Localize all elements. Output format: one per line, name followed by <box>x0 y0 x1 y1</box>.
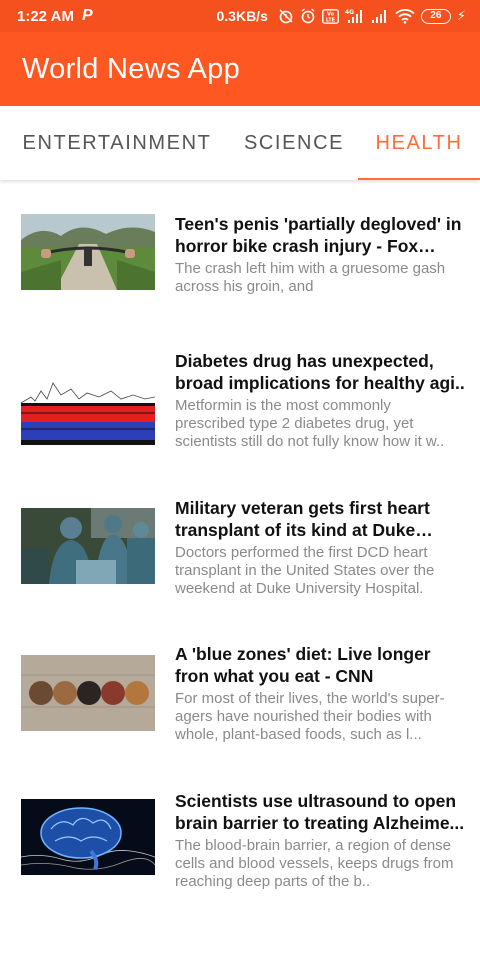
app-bar: World News App <box>0 32 480 106</box>
wifi-icon <box>395 8 415 24</box>
alarm-off-icon <box>278 8 294 24</box>
article-title: Teen's penis 'partially degloved' in hor… <box>175 214 462 256</box>
tab-science[interactable]: SCIENCE <box>244 106 344 180</box>
tab-entertainment[interactable]: ENTERTAINMENT <box>21 106 213 180</box>
article-description: The crash left him with a gruesome gash … <box>175 260 446 295</box>
bicycle-path-thumbnail <box>21 214 155 290</box>
alarm-icon <box>300 8 316 24</box>
data-chart-thumbnail <box>21 369 155 445</box>
article-title: Diabetes drug has unexpected, broad impl… <box>175 351 465 393</box>
surgery-thumbnail <box>21 508 155 584</box>
article-item[interactable]: Military veteran gets first heart transp… <box>0 497 480 627</box>
article-item[interactable]: Scientists use ultrasound to open brain … <box>0 790 480 920</box>
svg-text:LTE: LTE <box>326 17 336 23</box>
article-item[interactable]: Diabetes drug has unexpected, broad impl… <box>0 350 480 480</box>
charging-icon: ⚡ <box>456 8 466 23</box>
article-description: Metformin is the most commonly prescribe… <box>175 397 445 450</box>
article-description: Doctors performed the first DCD heart tr… <box>175 544 435 597</box>
p-icon: P <box>81 7 93 24</box>
app-title: World News App <box>22 52 241 85</box>
article-item[interactable]: A 'blue zones' diet: Live longer fron wh… <box>0 643 480 773</box>
signal-icon <box>371 8 389 24</box>
status-time: 1:22 AM <box>17 7 74 25</box>
article-title: Scientists use ultrasound to open brain … <box>175 791 465 833</box>
article-title: Military veteran gets first heart transp… <box>175 498 430 540</box>
article-item[interactable]: Teen's penis 'partially degloved' in hor… <box>0 213 480 343</box>
battery-icon: 26 <box>420 8 451 24</box>
brain-thumbnail <box>21 799 155 875</box>
legumes-thumbnail <box>21 655 155 731</box>
article-title: A 'blue zones' diet: Live longer fron wh… <box>175 644 431 686</box>
network-speed: 0.3KB/s <box>216 8 268 24</box>
article-description: The blood-brain barrier, a region of den… <box>175 837 454 890</box>
volte-icon: Vo LTE <box>321 8 339 24</box>
svg-text:4G: 4G <box>345 9 354 16</box>
status-bar: 1:22 AM P 0.3KB/s Vo LTE 4G 26 ⚡ <box>0 0 480 32</box>
signal-4g-icon: 4G <box>345 8 365 24</box>
tab-health[interactable]: HEALTH <box>358 106 480 180</box>
article-description: For most of their lives, the world's sup… <box>175 690 445 743</box>
tab-bar: ENTERTAINMENT SCIENCE HEALTH <box>0 106 480 180</box>
